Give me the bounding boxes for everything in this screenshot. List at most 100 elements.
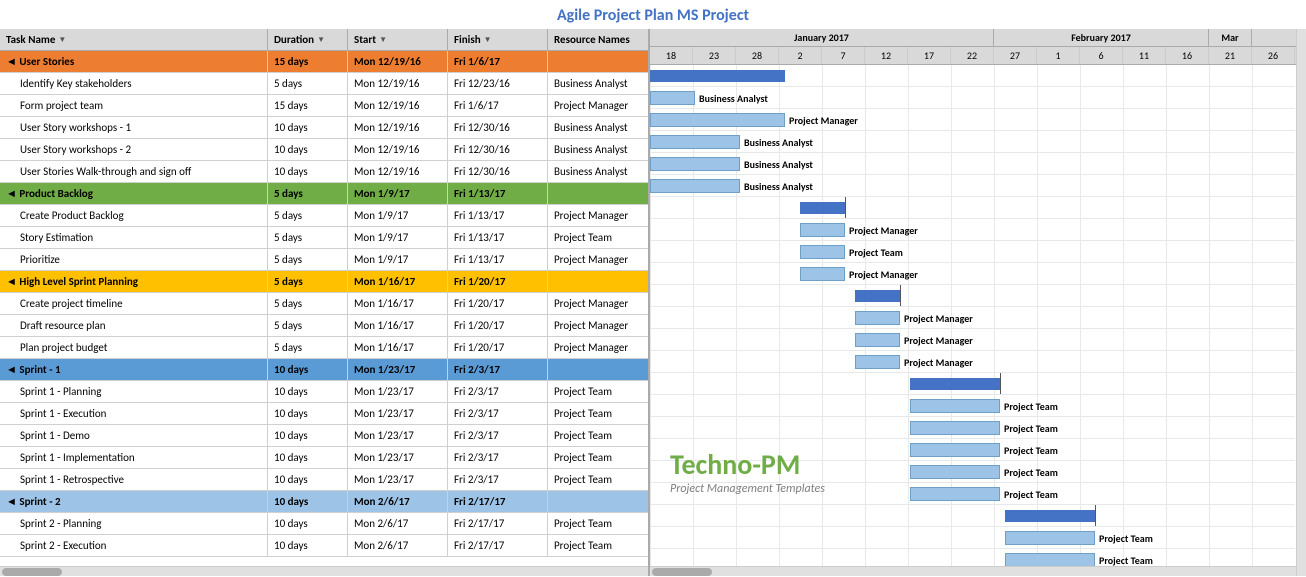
table-scrollbar-h[interactable] [0,566,648,576]
table-row[interactable]: Prioritize 5 days Mon 1/9/17 Fri 1/13/17… [0,249,648,271]
table-row[interactable]: Create project timeline 5 days Mon 1/16/… [0,293,648,315]
gantt-grid-line [1166,153,1167,174]
gantt-grid-line [1037,285,1038,306]
table-row[interactable]: Sprint 1 - Planning 10 days Mon 1/23/17 … [0,381,648,403]
gantt-grid-line [1209,439,1210,460]
table-row[interactable]: User Story workshops - 2 10 days Mon 12/… [0,139,648,161]
gantt-date-label: 7 [822,47,865,64]
table-row[interactable]: Create Product Backlog 5 days Mon 1/9/17… [0,205,648,227]
table-row[interactable]: Sprint 2 - Planning 10 days Mon 2/6/17 F… [0,513,648,535]
gantt-grid-line [1080,197,1081,218]
finish-cell: Fri 12/23/16 [448,73,548,94]
gantt-scrollbar-h[interactable] [650,566,1296,576]
gantt-bar-container [910,376,1000,392]
gantt-grid-line [865,197,866,218]
gantt-grid-line [1209,351,1210,372]
gantt-bar [855,333,900,347]
task-name-cell: Sprint 1 - Demo [0,425,268,446]
table-row[interactable]: ◄ Sprint - 1 10 days Mon 1/23/17 Fri 2/3… [0,359,648,381]
gantt-bar-container: Project Team [800,244,945,260]
gantt-grid-line [1037,153,1038,174]
resource-cell [548,51,648,72]
table-row[interactable]: ◄ Sprint - 2 10 days Mon 2/6/17 Fri 2/17… [0,491,648,513]
table-row[interactable]: Sprint 1 - Execution 10 days Mon 1/23/17… [0,403,648,425]
gantt-scrollbar-v[interactable] [1296,29,1306,576]
gantt-grid-line [693,263,694,284]
gantt-row [650,197,1295,219]
gantt-grid-line [1080,175,1081,196]
task-name-cell: ◄ Product Backlog [0,183,268,204]
gantt-grid-line [1252,153,1253,174]
table-row[interactable]: Sprint 2 - Execution 10 days Mon 2/6/17 … [0,535,648,557]
task-name-cell: ◄ User Stories [0,51,268,72]
gantt-bar [800,223,845,237]
table-row[interactable]: Plan project budget 5 days Mon 1/16/17 F… [0,337,648,359]
gantt-bar-label: Project Manager [845,268,918,281]
col-header-finish[interactable]: Finish ▼ [448,29,548,50]
table-row[interactable]: Story Estimation 5 days Mon 1/9/17 Fri 1… [0,227,648,249]
gantt-grid-line [1166,329,1167,350]
finish-cell: Fri 1/20/17 [448,315,548,336]
gantt-row: Project Team [650,527,1295,549]
gantt-grid-line [865,395,866,416]
gantt-bar-label: Project Team [1000,466,1058,479]
gantt-bar-container: Project Team [910,420,1100,436]
gantt-bar [910,378,1000,390]
col-header-start[interactable]: Start ▼ [348,29,448,50]
gantt-grid-line [779,439,780,460]
gantt-grid-line [1166,395,1167,416]
task-name-cell: ◄ Sprint - 1 [0,359,268,380]
table-row[interactable]: ◄ High Level Sprint Planning 5 days Mon … [0,271,648,293]
finish-cell: Fri 2/3/17 [448,447,548,468]
gantt-grid-line [951,241,952,262]
gantt-scrollbar-thumb[interactable] [652,568,712,576]
table-row[interactable]: ◄ Product Backlog 5 days Mon 1/9/17 Fri … [0,183,648,205]
sort-arrow-start: ▼ [379,35,387,45]
gantt-grid-line [693,505,694,526]
gantt-grid-line [865,65,866,86]
gantt-grid-line [1252,219,1253,240]
table-row[interactable]: User Stories Walk-through and sign off 1… [0,161,648,183]
gantt-grid-line [908,87,909,108]
table-row[interactable]: User Story workshops - 1 10 days Mon 12/… [0,117,648,139]
finish-cell: Fri 12/30/16 [448,161,548,182]
table-row[interactable]: Sprint 1 - Demo 10 days Mon 1/23/17 Fri … [0,425,648,447]
gantt-grid-line [693,527,694,548]
start-cell: Mon 2/6/17 [348,513,448,534]
table-row[interactable]: Draft resource plan 5 days Mon 1/16/17 F… [0,315,648,337]
resource-cell: Project Team [548,469,648,490]
gantt-grid-line [1037,307,1038,328]
gantt-grid-line [994,65,995,86]
gantt-row: Business Analyst [650,153,1295,175]
gantt-grid-line [736,263,737,284]
table-row[interactable]: Form project team 15 days Mon 12/19/16 F… [0,95,648,117]
gantt-date-label: 2 [779,47,822,64]
gantt-bar [650,157,740,171]
table-row[interactable]: Identify Key stakeholders 5 days Mon 12/… [0,73,648,95]
gantt-grid-line [1209,153,1210,174]
gantt-grid-line [1166,241,1167,262]
resource-cell: Project Team [548,447,648,468]
gantt-grid-line [1037,219,1038,240]
gantt-grid-line [1123,197,1124,218]
gantt-grid-line [1252,417,1253,438]
start-cell: Mon 12/19/16 [348,139,448,160]
start-cell: Mon 12/19/16 [348,51,448,72]
gantt-grid-line [1080,153,1081,174]
gantt-grid-line [951,65,952,86]
start-cell: Mon 1/9/17 [348,227,448,248]
col-header-task[interactable]: Task Name ▼ [0,29,268,50]
gantt-grid-line [1166,351,1167,372]
gantt-date-label: 16 [1166,47,1209,64]
gantt-grid-line [1123,505,1124,526]
table-row[interactable]: ◄ User Stories 15 days Mon 12/19/16 Fri … [0,51,648,73]
gantt-grid-line [779,417,780,438]
gantt-grid-line [650,285,651,306]
col-header-duration[interactable]: Duration ▼ [268,29,348,50]
gantt-grid-line [951,263,952,284]
gantt-row: Project Team [650,483,1295,505]
table-row[interactable]: Sprint 1 - Implementation 10 days Mon 1/… [0,447,648,469]
table-row[interactable]: Sprint 1 - Retrospective 10 days Mon 1/2… [0,469,648,491]
task-name-cell: Form project team [0,95,268,116]
scrollbar-thumb[interactable] [2,568,62,576]
